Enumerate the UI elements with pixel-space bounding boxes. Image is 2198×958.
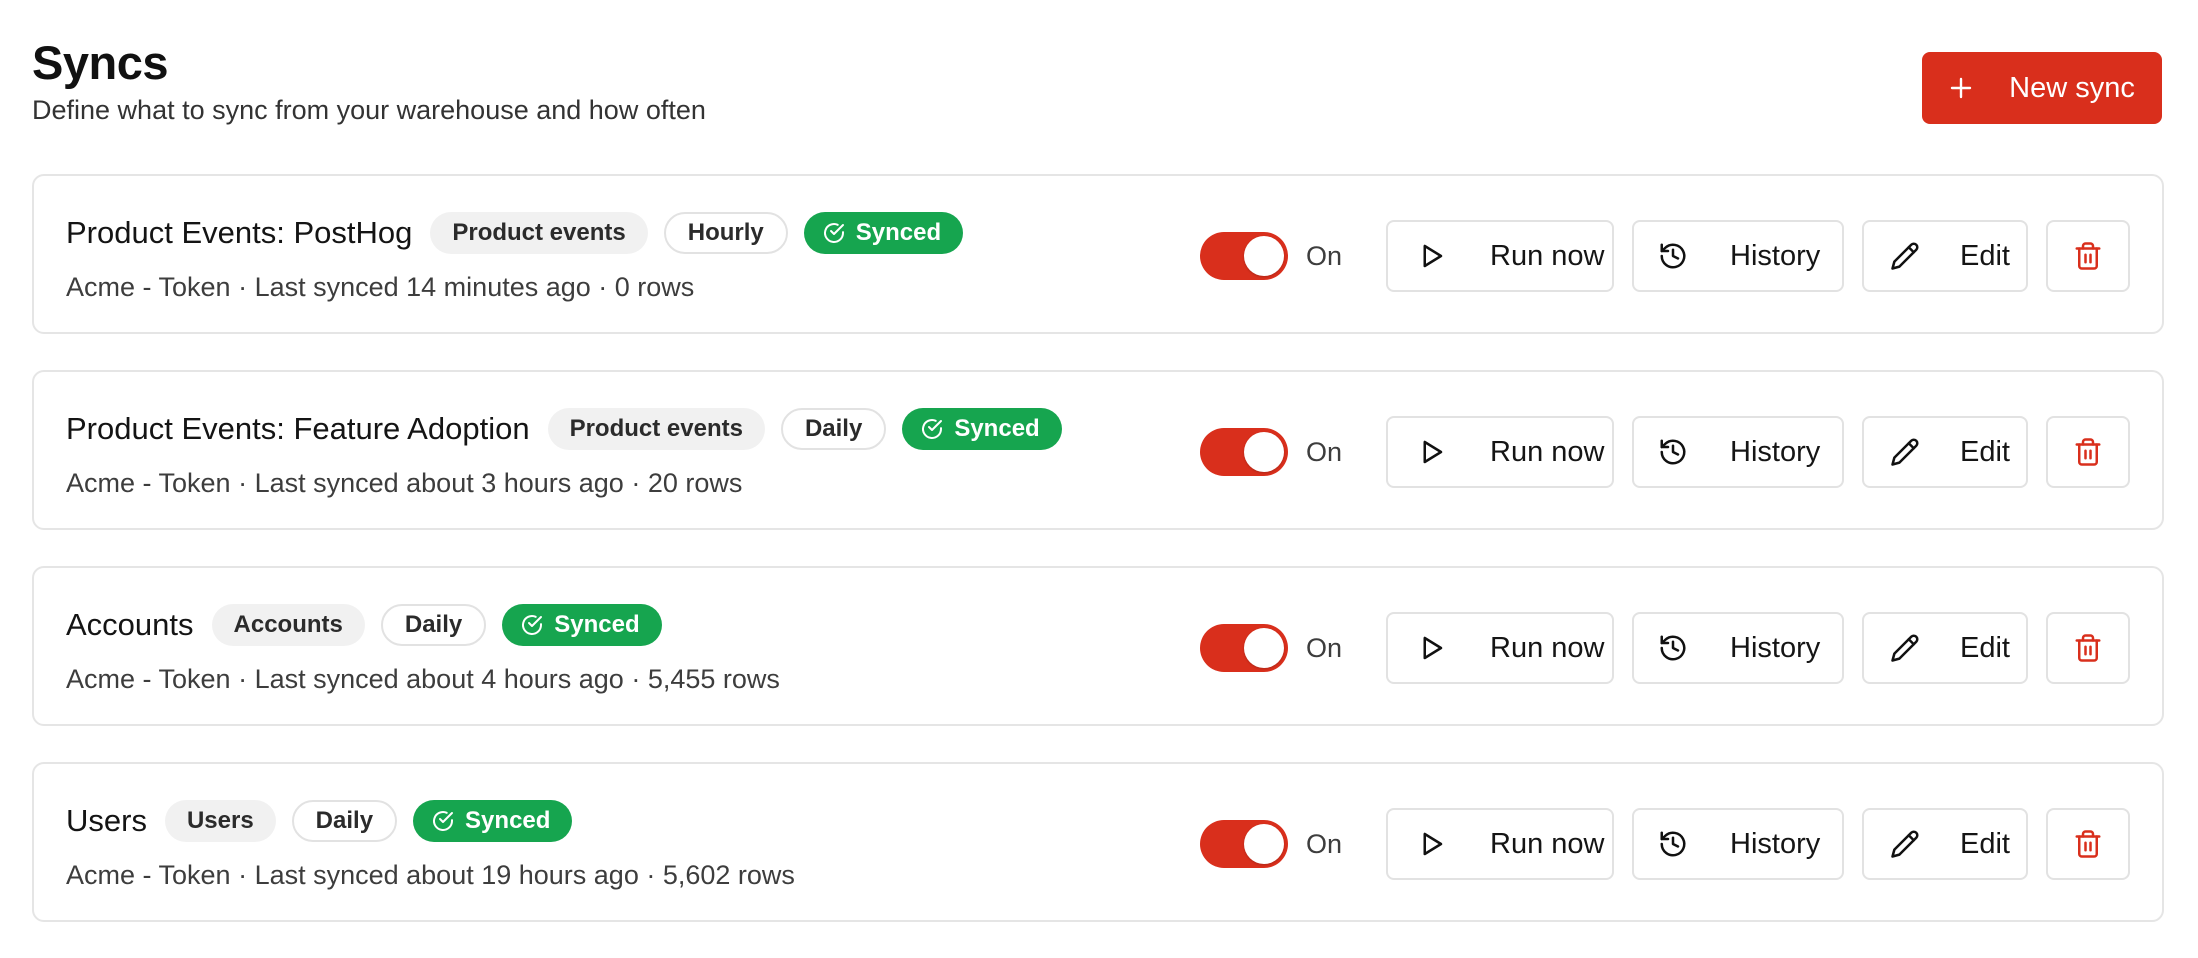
- run-now-label: Run now: [1490, 827, 1605, 860]
- trash-icon: [2075, 634, 2101, 662]
- run-now-button[interactable]: Run now: [1386, 416, 1614, 488]
- edit-label: Edit: [1960, 827, 2010, 860]
- sync-type-badge: Users: [164, 800, 276, 842]
- play-icon: [1423, 636, 1443, 660]
- status-label: Synced: [465, 807, 551, 834]
- sync-name: Users: [66, 803, 147, 838]
- toggle-knob: [1244, 628, 1284, 668]
- sync-card: Product Events: PostHog Product events H…: [32, 174, 2164, 334]
- sync-meta: Acme - Token · Last synced 14 minutes ag…: [66, 272, 695, 302]
- toggle-label: On: [1306, 436, 1343, 467]
- edit-button[interactable]: Edit: [1862, 612, 2028, 684]
- sync-frequency-badge: Daily: [291, 800, 398, 842]
- trash-icon: [2075, 830, 2101, 858]
- delete-button[interactable]: [2046, 416, 2130, 488]
- enabled-toggle[interactable]: [1200, 624, 1288, 672]
- sync-card: Users Users Daily Synced Acme - Token · …: [32, 762, 2164, 922]
- status-badge: Synced: [413, 800, 573, 842]
- toggle-knob: [1244, 432, 1284, 472]
- status-badge: Synced: [502, 604, 662, 646]
- toggle-knob: [1244, 236, 1284, 276]
- play-icon: [1423, 832, 1443, 856]
- sync-meta: Acme - Token · Last synced about 4 hours…: [66, 664, 780, 694]
- edit-button[interactable]: Edit: [1862, 808, 2028, 880]
- history-button[interactable]: History: [1632, 808, 1844, 880]
- sync-type-badge: Product events: [547, 408, 765, 450]
- pencil-icon: [1891, 438, 1919, 466]
- check-circle-icon: [522, 615, 543, 635]
- history-icon: [1660, 831, 1686, 857]
- delete-button[interactable]: [2046, 808, 2130, 880]
- history-label: History: [1730, 631, 1821, 664]
- page-subtitle: Define what to sync from your warehouse …: [32, 95, 706, 125]
- toggle-label: On: [1306, 828, 1343, 859]
- check-circle-icon: [823, 223, 844, 243]
- edit-label: Edit: [1960, 631, 2010, 664]
- sync-meta: Acme - Token · Last synced about 3 hours…: [66, 468, 743, 498]
- history-button[interactable]: History: [1632, 416, 1844, 488]
- trash-icon: [2075, 242, 2101, 270]
- edit-button[interactable]: Edit: [1862, 220, 2028, 292]
- check-circle-icon: [922, 419, 943, 439]
- history-icon: [1660, 243, 1686, 269]
- history-button[interactable]: History: [1632, 220, 1844, 292]
- sync-frequency-badge: Daily: [380, 604, 487, 646]
- run-now-label: Run now: [1490, 631, 1605, 664]
- sync-name: Product Events: Feature Adoption: [66, 411, 530, 446]
- plus-icon: [1950, 77, 1972, 99]
- delete-button[interactable]: [2046, 612, 2130, 684]
- history-label: History: [1730, 239, 1821, 272]
- sync-frequency-badge: Daily: [780, 408, 887, 450]
- toggle-knob: [1244, 824, 1284, 864]
- pencil-icon: [1891, 830, 1919, 858]
- pencil-icon: [1891, 242, 1919, 270]
- run-now-button[interactable]: Run now: [1386, 220, 1614, 292]
- sync-name: Product Events: PostHog: [66, 215, 413, 250]
- status-label: Synced: [855, 219, 942, 246]
- trash-icon: [2075, 438, 2101, 466]
- delete-button[interactable]: [2046, 220, 2130, 292]
- history-button[interactable]: History: [1632, 612, 1844, 684]
- status-badge: Synced: [803, 212, 964, 254]
- status-label: Synced: [954, 415, 1040, 442]
- sync-type-badge: Accounts: [211, 604, 365, 646]
- play-icon: [1423, 440, 1443, 464]
- pencil-icon: [1891, 634, 1919, 662]
- enabled-toggle[interactable]: [1200, 820, 1288, 868]
- sync-card: Accounts Accounts Daily Synced Acme - To…: [32, 566, 2164, 726]
- history-label: History: [1730, 827, 1821, 860]
- run-now-label: Run now: [1490, 239, 1605, 272]
- page-header: Syncs Define what to sync from your ware…: [32, 34, 706, 128]
- play-icon: [1423, 244, 1443, 268]
- sync-type-badge: Product events: [430, 212, 648, 254]
- history-label: History: [1730, 435, 1821, 468]
- run-now-button[interactable]: Run now: [1386, 808, 1614, 880]
- toggle-label: On: [1306, 632, 1343, 663]
- check-circle-icon: [433, 811, 454, 831]
- history-icon: [1660, 439, 1686, 465]
- sync-list: Product Events: PostHog Product events H…: [32, 174, 2164, 958]
- edit-button[interactable]: Edit: [1862, 416, 2028, 488]
- run-now-label: Run now: [1490, 435, 1605, 468]
- sync-name: Accounts: [66, 607, 194, 642]
- sync-meta: Acme - Token · Last synced about 19 hour…: [66, 860, 795, 890]
- page-title: Syncs: [32, 36, 168, 89]
- sync-card: Product Events: Feature Adoption Product…: [32, 370, 2164, 530]
- toggle-label: On: [1306, 240, 1343, 271]
- status-badge: Synced: [902, 408, 1062, 450]
- sync-frequency-badge: Hourly: [663, 212, 788, 254]
- new-sync-button[interactable]: New sync: [1922, 52, 2162, 124]
- run-now-button[interactable]: Run now: [1386, 612, 1614, 684]
- edit-label: Edit: [1960, 435, 2010, 468]
- history-icon: [1660, 635, 1686, 661]
- status-label: Synced: [554, 611, 640, 638]
- enabled-toggle[interactable]: [1200, 232, 1288, 280]
- edit-label: Edit: [1960, 239, 2010, 272]
- enabled-toggle[interactable]: [1200, 428, 1288, 476]
- new-sync-label: New sync: [2009, 71, 2135, 104]
